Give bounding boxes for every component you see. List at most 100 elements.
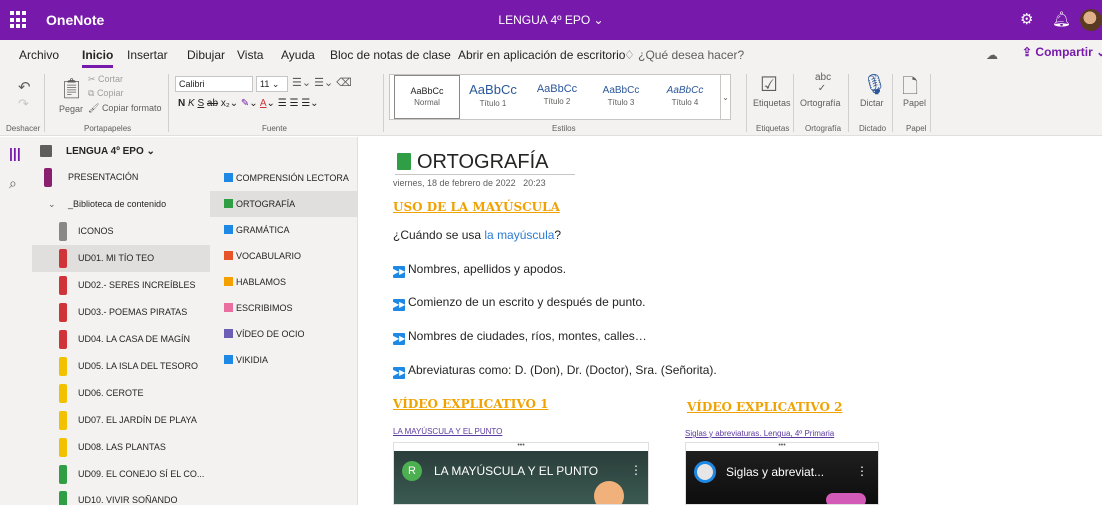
- section-item[interactable]: UD08. LAS PLANTAS: [32, 434, 210, 461]
- tell-me-search[interactable]: ♢ ¿Qué desea hacer?: [624, 48, 744, 62]
- notebook-switcher[interactable]: LENGUA 4º EPO ⌄: [32, 137, 210, 165]
- section-label: ICONOS: [78, 226, 114, 236]
- section-item[interactable]: UD04. LA CASA DE MAGÍN: [32, 326, 210, 353]
- section-color-tab: [59, 438, 67, 457]
- page-item[interactable]: GRAMÁTICA: [210, 217, 358, 243]
- spelling-icon[interactable]: abc ✓: [815, 72, 831, 94]
- video1-overlay-title: LA MAYÚSCULA Y EL PUNTO: [434, 464, 599, 478]
- more-options-icon[interactable]: •••: [394, 442, 648, 451]
- paper-group-label: Papel: [906, 124, 927, 133]
- green-book-icon: [397, 153, 411, 170]
- video1-heading: VÍDEO EXPLICATIVO 1: [393, 397, 549, 411]
- onenote-app: OneNote LENGUA 4º EPO ⌄ ⚙ 🔔︎ Archivo Ini…: [0, 0, 1102, 505]
- spelling-button[interactable]: Ortografía: [800, 98, 841, 108]
- section-label: PRESENTACIÓN: [68, 172, 139, 182]
- page-item[interactable]: ESCRIBIMOS: [210, 295, 358, 321]
- styles-gallery[interactable]: AaBbCc Normal AaBbCc Título 1 AaBbCc Título…: [389, 74, 731, 120]
- video1-menu-icon[interactable]: ⋮: [630, 463, 642, 477]
- section-item[interactable]: UD02.- SERES INCREÍBLES: [32, 272, 210, 299]
- page-label: GRAMÁTICA: [236, 225, 290, 235]
- dictate-button[interactable]: Dictar: [860, 98, 884, 108]
- section-item[interactable]: UD01. MI TÍO TEO: [32, 245, 210, 272]
- video1-link[interactable]: LA MAYÚSCULA Y EL PUNTO: [393, 427, 502, 436]
- ribbon-separator: [746, 74, 747, 132]
- styles-expand-icon[interactable]: ⌄: [720, 75, 730, 119]
- copy-button[interactable]: ⧉ Copiar: [88, 88, 123, 99]
- video2-link[interactable]: Siglas y abreviaturas. Lengua, 4º Primar…: [685, 429, 834, 438]
- page-item[interactable]: VOCABULARIO: [210, 243, 358, 269]
- bullet-item: ▶▶ Comienzo de un escrito y después de pu…: [393, 295, 646, 311]
- ribbon-separator: [793, 74, 794, 132]
- video1-embed[interactable]: ••• R LA MAYÚSCULA Y EL PUNTO ⋮: [393, 442, 649, 505]
- section-item[interactable]: UD07. EL JARDÍN DE PLAYA: [32, 407, 210, 434]
- page-title[interactable]: ORTOGRAFÍA: [397, 151, 549, 174]
- dictation-group-label: Dictado: [859, 124, 887, 133]
- format-painter-button[interactable]: 🖌︎ Copiar formato: [88, 103, 161, 114]
- section-item[interactable]: UD06. CEROTE: [32, 380, 210, 407]
- microphone-icon[interactable]: 🎙︎: [862, 72, 887, 97]
- section-item[interactable]: UD03.- POEMAS PIRATAS: [32, 299, 210, 326]
- paste-icon[interactable]: 📋︎: [59, 76, 84, 101]
- page-canvas[interactable]: ORTOGRAFÍA viernes, 18 de febrero de 202…: [359, 137, 1102, 505]
- paste-button[interactable]: Pegar: [59, 104, 83, 114]
- menu-insertar[interactable]: Insertar: [127, 48, 168, 62]
- page-item[interactable]: ORTOGRAFÍA: [210, 191, 358, 217]
- share-button[interactable]: ⇪ Compartir ⌄: [1022, 45, 1102, 65]
- tags-icon[interactable]: ☑: [760, 72, 778, 97]
- video2-embed[interactable]: ••• Siglas y abreviat... ⋮: [685, 442, 879, 505]
- settings-icon[interactable]: ⚙: [1020, 11, 1033, 29]
- activity-icon[interactable]: ☁: [986, 48, 998, 62]
- document-title[interactable]: LENGUA 4º EPO ⌄: [0, 13, 1102, 27]
- title-bar: OneNote LENGUA 4º EPO ⌄ ⚙ 🔔︎: [0, 0, 1102, 40]
- page-item[interactable]: COMPRENSIÓN LECTORA: [210, 165, 358, 191]
- page-icon: [224, 277, 233, 286]
- format-buttons[interactable]: N K S ab x₂⌄ ✎⌄ A⌄ ☰ ☰ ☰⌄: [178, 98, 319, 109]
- avatar[interactable]: [1080, 9, 1102, 31]
- style-titulo-1[interactable]: AaBbCc Título 1: [462, 75, 524, 121]
- font-size-select[interactable]: 11 ⌄: [256, 76, 288, 92]
- section-item[interactable]: UD10. VIVIR SOÑANDO: [32, 487, 210, 505]
- redo-icon[interactable]: ↷: [18, 96, 29, 112]
- style-normal[interactable]: AaBbCc Normal: [394, 75, 460, 119]
- section-item[interactable]: ICONOS: [32, 218, 210, 245]
- more-options-icon[interactable]: •••: [686, 442, 878, 451]
- style-titulo-4[interactable]: AaBbCc Título 4: [654, 75, 716, 121]
- video2-thumbnail[interactable]: Siglas y abreviat... ⋮: [686, 451, 878, 504]
- undo-icon[interactable]: ↶: [18, 78, 31, 96]
- style-titulo-2[interactable]: AaBbCc Título 2: [526, 75, 588, 121]
- arrow-icon: ▶▶: [393, 367, 406, 379]
- menu-inicio[interactable]: Inicio: [82, 48, 114, 68]
- section-item[interactable]: UD05. LA ISLA DEL TESORO: [32, 353, 210, 380]
- page-item[interactable]: VÍDEO DE OCIO: [210, 321, 358, 347]
- video1-thumbnail[interactable]: R LA MAYÚSCULA Y EL PUNTO ⋮: [394, 451, 648, 504]
- menu-vista[interactable]: Vista: [237, 48, 263, 62]
- menu-open-desktop[interactable]: Abrir en aplicación de escritorio: [458, 48, 625, 62]
- search-icon[interactable]: ⌕: [9, 175, 17, 192]
- menu-ayuda[interactable]: Ayuda: [281, 48, 315, 62]
- list-buttons[interactable]: ☰⌄ ☰⌄ ⌫: [292, 76, 352, 89]
- menu-bloc-de-notas-de-clase[interactable]: Bloc de notas de clase: [330, 48, 451, 62]
- section-color-tab: [59, 330, 67, 349]
- video2-menu-icon[interactable]: ⋮: [856, 464, 868, 478]
- section-item[interactable]: PRESENTACIÓN: [32, 164, 210, 191]
- chevron-down-icon[interactable]: ⌄: [48, 199, 56, 210]
- notebooks-icon[interactable]: |||: [9, 145, 21, 161]
- menu-archivo[interactable]: Archivo: [19, 48, 59, 62]
- arrow-icon: ▶▶: [393, 299, 406, 311]
- cut-button[interactable]: ✂ Cortar: [88, 74, 123, 85]
- page-icon: [224, 355, 233, 364]
- section-item[interactable]: UD09. EL CONEJO SÍ EL CO...: [32, 461, 210, 488]
- page-item[interactable]: HABLAMOS: [210, 269, 358, 295]
- tags-button[interactable]: Etiquetas: [753, 98, 791, 108]
- menu-dibujar[interactable]: Dibujar: [187, 48, 225, 62]
- page-item[interactable]: VIKIDIA: [210, 347, 358, 373]
- cartoon-character: [594, 481, 624, 504]
- section-label: UD06. CEROTE: [78, 388, 144, 398]
- style-titulo-3[interactable]: AaBbCc Título 3: [590, 75, 652, 121]
- notifications-icon[interactable]: 🔔︎: [1052, 11, 1071, 29]
- font-name-select[interactable]: Calibri: [175, 76, 253, 92]
- paper-button[interactable]: Papel: [903, 98, 926, 108]
- section-group[interactable]: ⌄ _Biblioteca de contenido: [32, 191, 210, 218]
- section-label: UD02.- SERES INCREÍBLES: [78, 280, 196, 290]
- page-label: VÍDEO DE OCIO: [236, 329, 305, 339]
